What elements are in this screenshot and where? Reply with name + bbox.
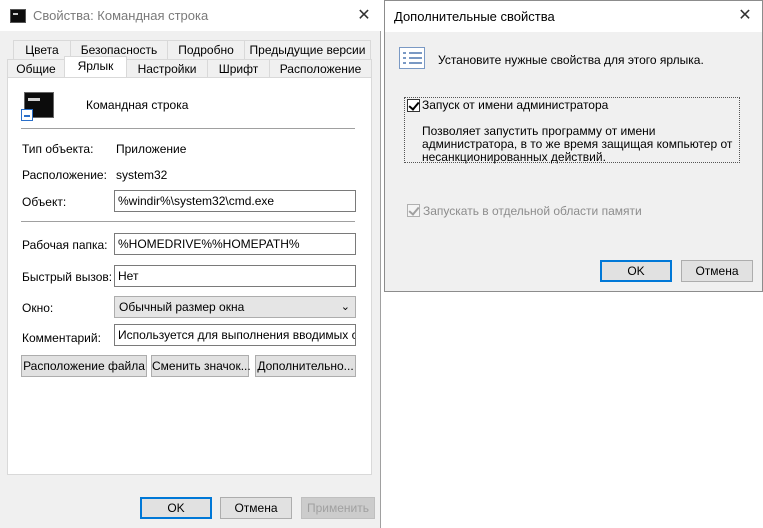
dialog-cancel-button[interactable]: Отмена [681,260,753,282]
properties-list-icon [399,47,425,69]
location-label: Расположение: [22,168,107,182]
cmd-large-icon [21,92,54,121]
shortcut-arrow-icon [21,109,33,121]
close-icon[interactable]: ✕ [354,6,374,26]
open-file-location-button[interactable]: Расположение файла [21,355,147,377]
tab-options[interactable]: Настройки [126,59,208,78]
type-label: Тип объекта: [22,142,94,156]
advanced-properties-dialog: Дополнительные свойства ✕ Установите нуж… [384,0,763,292]
change-icon-button[interactable]: Сменить значок... [151,355,251,377]
run-as-admin-description: Позволяет запустить программу от имени а… [422,124,733,164]
comment-input[interactable]: Используется для выполнения вводимых с к… [114,324,356,346]
properties-window: Свойства: Командная строка ✕ Цвета Безоп… [0,0,381,528]
run-as-admin-checkbox[interactable] [407,99,420,112]
separator [21,221,355,222]
run-select[interactable]: Обычный размер окна ⌄ [114,296,356,318]
tab-details[interactable]: Подробно [167,40,245,59]
advanced-titlebar[interactable]: Дополнительные свойства ✕ [385,1,762,32]
tab-general[interactable]: Общие [7,59,65,78]
location-value: system32 [116,168,168,182]
window-title: Свойства: Командная строка [33,8,209,23]
tab-shortcut[interactable]: Ярлык [64,56,127,78]
tab-layout[interactable]: Расположение [269,59,372,78]
dialog-title: Дополнительные свойства [394,9,555,24]
cancel-button[interactable]: Отмена [220,497,292,519]
advanced-button[interactable]: Дополнительно... [255,355,356,377]
separate-memory-checkbox[interactable] [407,204,420,217]
hotkey-label: Быстрый вызов: [22,270,113,284]
hotkey-input[interactable]: Нет [114,265,356,287]
cmd-app-icon [10,9,26,23]
chevron-down-icon: ⌄ [340,301,350,313]
start-in-label: Рабочая папка: [22,238,108,252]
tab-font[interactable]: Шрифт [207,59,270,78]
close-icon[interactable]: ✕ [735,6,755,26]
separate-memory-label: Запускать в отдельной области памяти [423,204,642,218]
run-select-value: Обычный размер окна [119,300,245,314]
target-label: Объект: [22,195,67,209]
tab-colors[interactable]: Цвета [13,40,71,59]
start-in-input[interactable]: %HOMEDRIVE%%HOMEPATH% [114,233,356,255]
target-input[interactable]: %windir%\system32\cmd.exe [114,190,356,212]
apply-button[interactable]: Применить [301,497,375,519]
ok-button[interactable]: OK [140,497,212,519]
run-label: Окно: [22,301,54,315]
separator [21,128,355,129]
dialog-header-text: Установите нужные свойства для этого ярл… [438,53,704,67]
dialog-ok-button[interactable]: OK [600,260,672,282]
shortcut-name: Командная строка [86,98,189,112]
properties-titlebar[interactable]: Свойства: Командная строка ✕ [0,0,381,31]
comment-label: Комментарий: [22,331,101,345]
type-value: Приложение [116,142,187,156]
tab-previous-versions[interactable]: Предыдущие версии [244,40,371,59]
run-as-admin-label[interactable]: Запуск от имени администратора [422,98,608,112]
